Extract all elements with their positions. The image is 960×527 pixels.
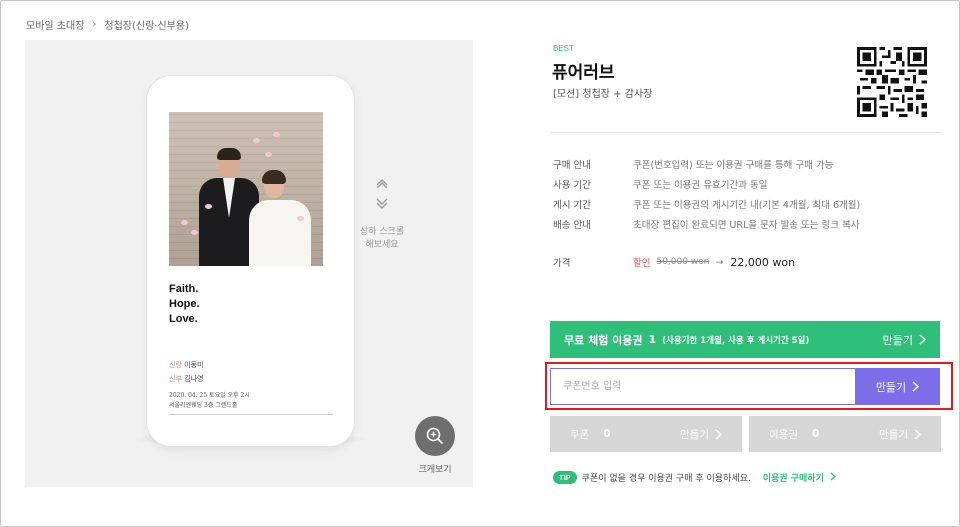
pass-count: 0 [811, 428, 820, 440]
zoom-label: 크게보기 [418, 465, 452, 475]
scroll-hint: 상하 스크롤 해보세요 [352, 178, 412, 252]
phone-screen[interactable]: Faith. Hope. Love. 신랑 이동미 신부 김나영 2020. 0… [156, 96, 345, 421]
chevron-up-icon [376, 179, 388, 188]
scroll-hint-text: 상하 스크롤 해보세요 [359, 227, 405, 250]
product-subtitle: [모션] 청첩장 + 감사장 [553, 89, 653, 100]
info-row-usage-period: 사용 기간 쿠폰 또는 이용권 유효기간과 동일 [553, 180, 768, 191]
preview-panel: Faith. Hope. Love. 신랑 이동미 신부 김나영 2020. 0… [25, 40, 473, 487]
coupon-count: 0 [603, 428, 611, 440]
pass-button[interactable]: 이용권 0 만들기 [749, 416, 941, 452]
breadcrumb-item-wedding-invitation[interactable]: 청첩장(신랑·신부용) [104, 17, 189, 32]
event-details: 2020. 04. 25 토요일 오후 2시 서울리엔웨딩 3층 그랜드홀 [169, 392, 250, 409]
original-price: 50,000 won [656, 257, 710, 267]
best-badge: BEST [553, 44, 574, 53]
chevron-right-icon [912, 381, 920, 392]
chevron-down-icon [376, 198, 388, 209]
phone-mockup: Faith. Hope. Love. 신랑 이동미 신부 김나영 2020. 0… [147, 76, 354, 446]
discount-label: 할인 [633, 258, 651, 269]
product-title: 퓨어러브 [552, 63, 615, 83]
coupon-number-input[interactable] [550, 368, 856, 405]
info-row-purchase: 구매 안내 쿠폰(번호입력) 또는 이용권 구매를 통해 구매 가능 [553, 160, 834, 171]
tip-message: TIP 쿠폰이 없을 경우 이용권 구매 후 이용하세요. 이용권 구매하기 [553, 471, 837, 484]
breadcrumb: 모바일 초대장 › 청첩장(신랑·신부용) [26, 17, 189, 32]
trial-make: 만들기 [883, 332, 926, 348]
coupon-button[interactable]: 쿠폰 0 만들기 [550, 416, 742, 452]
info-row-posting-period: 게시 기간 쿠폰 또는 이용권의 게시기간 내(기본 4개월, 최대 6개월) [553, 200, 861, 211]
couple-photo [169, 112, 323, 266]
divider [169, 414, 333, 415]
trial-count: 1 [648, 333, 657, 346]
tip-badge: TIP [553, 471, 577, 484]
arrow-right-icon: → [715, 256, 724, 268]
chevron-right-icon [914, 428, 921, 440]
zoom-in-icon [426, 427, 444, 445]
breadcrumb-item-mobile-invitation[interactable]: 모바일 초대장 [26, 17, 84, 32]
chevron-right-icon [919, 334, 926, 345]
chevron-right-icon: › [92, 19, 97, 30]
final-price: 22,000 won [730, 255, 796, 269]
price-row: 가격 할인 50,000 won → 22,000 won [553, 255, 796, 270]
invitation-headline: Faith. Hope. Love. [169, 283, 200, 325]
qr-code-icon[interactable] [857, 47, 927, 117]
free-trial-button[interactable]: 무료 체험 이용권 1 (사용기한 1개월, 사용 후 게시기간 5일) 만들기 [550, 321, 940, 358]
product-info-table: 구매 안내 쿠폰(번호입력) 또는 이용권 구매를 통해 구매 가능 사용 기간… [553, 154, 860, 234]
coupon-make-button[interactable]: 만들기 [855, 368, 940, 405]
couple-names: 신랑 이동미 신부 김나영 [169, 361, 204, 383]
chevron-right-icon [715, 428, 722, 440]
buy-pass-link[interactable]: 이용권 구매하기 [763, 471, 837, 484]
info-row-delivery: 배송 안내 초대장 편집이 완료되면 URL을 문자 발송 또는 링크 복사 [553, 220, 860, 231]
divider [550, 132, 941, 133]
zoom-button[interactable] [415, 416, 455, 456]
trial-note: (사용기한 1개월, 사용 후 게시기간 5일) [662, 335, 810, 346]
chevron-right-icon [830, 472, 837, 481]
